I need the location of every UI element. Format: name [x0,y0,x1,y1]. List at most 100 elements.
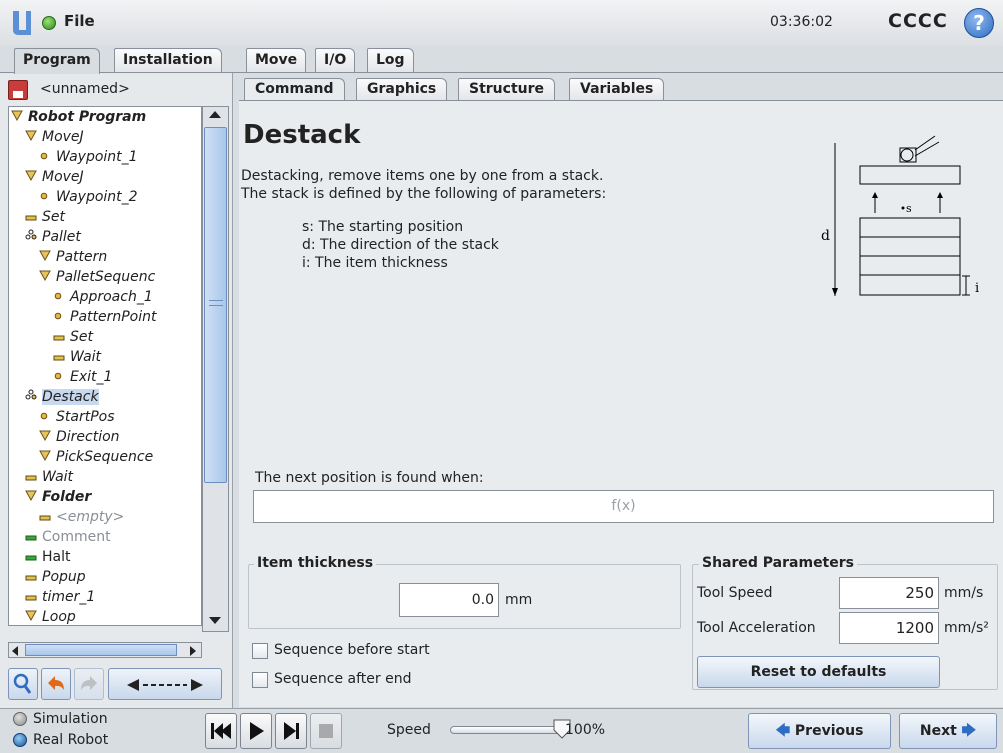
description-line-2: The stack is defined by the following of… [241,186,607,202]
stop-button[interactable] [310,713,342,749]
triangle-icon [39,427,53,447]
scroll-left-icon[interactable] [12,646,18,656]
tree-item[interactable]: MoveJ [25,167,84,187]
sequence-before-start-checkbox[interactable] [252,643,268,659]
tree-item[interactable]: Waypoint_2 [39,187,138,207]
tree-hscroll-thumb[interactable] [25,644,177,656]
tree-item[interactable]: Pallet [25,227,81,247]
program-file-name: <unnamed> [40,81,130,97]
tree-item[interactable]: Wait [25,467,73,487]
tree-item[interactable]: Halt [25,547,71,567]
tree-item[interactable]: Exit_1 [53,367,112,387]
redo-button[interactable] [74,668,104,700]
item-thickness-value: 0.0 [471,592,494,608]
tree-item-label: Pallet [42,229,81,245]
help-button[interactable]: ? [964,8,994,38]
triangle-icon [39,247,53,267]
tree-item[interactable]: Approach_1 [53,287,153,307]
tab-command[interactable]: Command [244,78,345,100]
tool-speed-label: Tool Speed [697,585,773,601]
scroll-right-icon[interactable] [190,646,196,656]
tab-io[interactable]: I/O [315,48,356,72]
tree-item[interactable]: Robot Program [11,107,146,127]
triangle-icon [25,167,39,187]
item-thickness-input[interactable]: 0.0 [399,583,499,617]
next-position-expression-field[interactable]: f(x) [253,490,994,523]
item-thickness-unit: mm [505,592,533,608]
tree-item[interactable]: Destack [25,387,99,407]
tree-item[interactable]: <empty> [39,507,124,527]
scroll-up-icon[interactable] [209,111,221,118]
tree-item[interactable]: Set [53,327,93,347]
waypoint-icon [53,287,67,307]
reset-to-defaults-button[interactable]: Reset to defaults [697,656,940,688]
tree-item[interactable]: Wait [53,347,101,367]
tree-item[interactable]: MoveJ [25,127,84,147]
tab-variables[interactable]: Variables [569,78,665,100]
tree-item[interactable]: Folder [25,487,91,507]
tab-structure[interactable]: Structure [458,78,556,100]
tree-item[interactable]: PalletSequenc [39,267,155,287]
save-icon[interactable] [8,80,28,100]
tab-log[interactable]: Log [367,48,414,72]
tree-item-label: PatternPoint [70,309,157,325]
triangle-icon [39,447,53,467]
tree-item[interactable]: Popup [25,567,86,587]
destack-diagram: d s i [821,135,979,296]
tree-item-label: Robot Program [28,109,147,125]
param-d: d: The direction of the stack [302,237,499,253]
tab-graphics[interactable]: Graphics [356,78,448,100]
tab-installation[interactable]: Installation [114,48,222,72]
tree-item[interactable]: Pattern [39,247,107,267]
tool-speed-input[interactable]: 250 [839,577,939,609]
scroll-down-icon[interactable] [209,617,221,624]
dash-icon [53,327,67,347]
tree-item-label: StartPos [56,409,115,425]
previous-button[interactable]: 🡄 Previous [748,713,891,749]
tab-program[interactable]: Program [14,48,100,74]
collapse-panel-button[interactable] [108,668,222,700]
triangle-icon [25,607,39,625]
rewind-icon [211,723,231,739]
tree-item[interactable]: Set [25,207,65,227]
status-indicator-icon [42,16,56,30]
tree-item[interactable]: Loop [25,607,76,625]
dash-icon [25,207,39,227]
tab-move[interactable]: Move [246,48,307,72]
file-menu[interactable]: File [64,12,95,30]
play-button[interactable] [240,713,272,749]
undo-button[interactable] [41,668,71,700]
tree-item[interactable]: Waypoint_1 [39,147,138,167]
tree-item[interactable]: PatternPoint [53,307,157,327]
sequence-after-end-checkbox[interactable] [252,672,268,688]
tree-item-label: Set [42,209,65,225]
page-title: Destack [243,120,361,150]
step-button[interactable] [275,713,307,749]
simulation-radio[interactable] [13,712,27,726]
tool-acceleration-input[interactable]: 1200 [839,612,939,644]
tree-item-label: Direction [56,429,120,445]
tree-item[interactable]: timer_1 [25,587,95,607]
tool-acceleration-unit: mm/s² [944,620,989,636]
tree-item[interactable]: StartPos [39,407,115,427]
simulation-label: Simulation [33,711,108,727]
tree-item[interactable]: Direction [39,427,120,447]
rewind-button[interactable] [205,713,237,749]
tree-item-label: Pattern [56,249,108,265]
real-robot-radio[interactable] [13,733,27,747]
tree-item-label: MoveJ [42,169,84,185]
tree-item[interactable]: PickSequence [39,447,153,467]
tree-horizontal-scrollbar[interactable] [8,642,202,658]
search-button[interactable] [8,668,38,700]
next-button[interactable]: Next 🡆 [899,713,997,749]
pallet-icon [25,227,39,247]
previous-label: Previous [794,723,864,739]
program-tree[interactable]: Robot Program MoveJ Waypoint_1 MoveJ Waypoin… [8,106,202,626]
speed-slider-track[interactable] [450,726,565,734]
waypoint-icon [39,187,53,207]
tree-scroll-thumb[interactable] [204,127,227,483]
tree-item[interactable]: Comment [25,527,111,547]
dash-green-icon [25,527,39,547]
arrows-icon [127,679,203,691]
item-thickness-title: Item thickness [254,555,377,571]
